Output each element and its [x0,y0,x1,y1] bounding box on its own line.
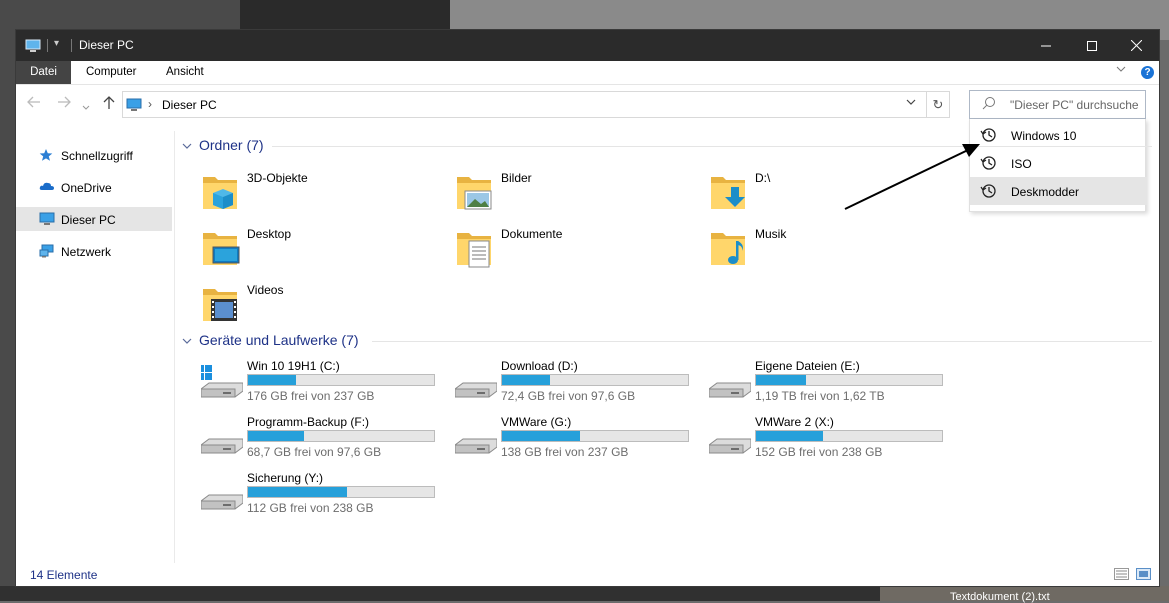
annotation-arrow [844,144,980,210]
